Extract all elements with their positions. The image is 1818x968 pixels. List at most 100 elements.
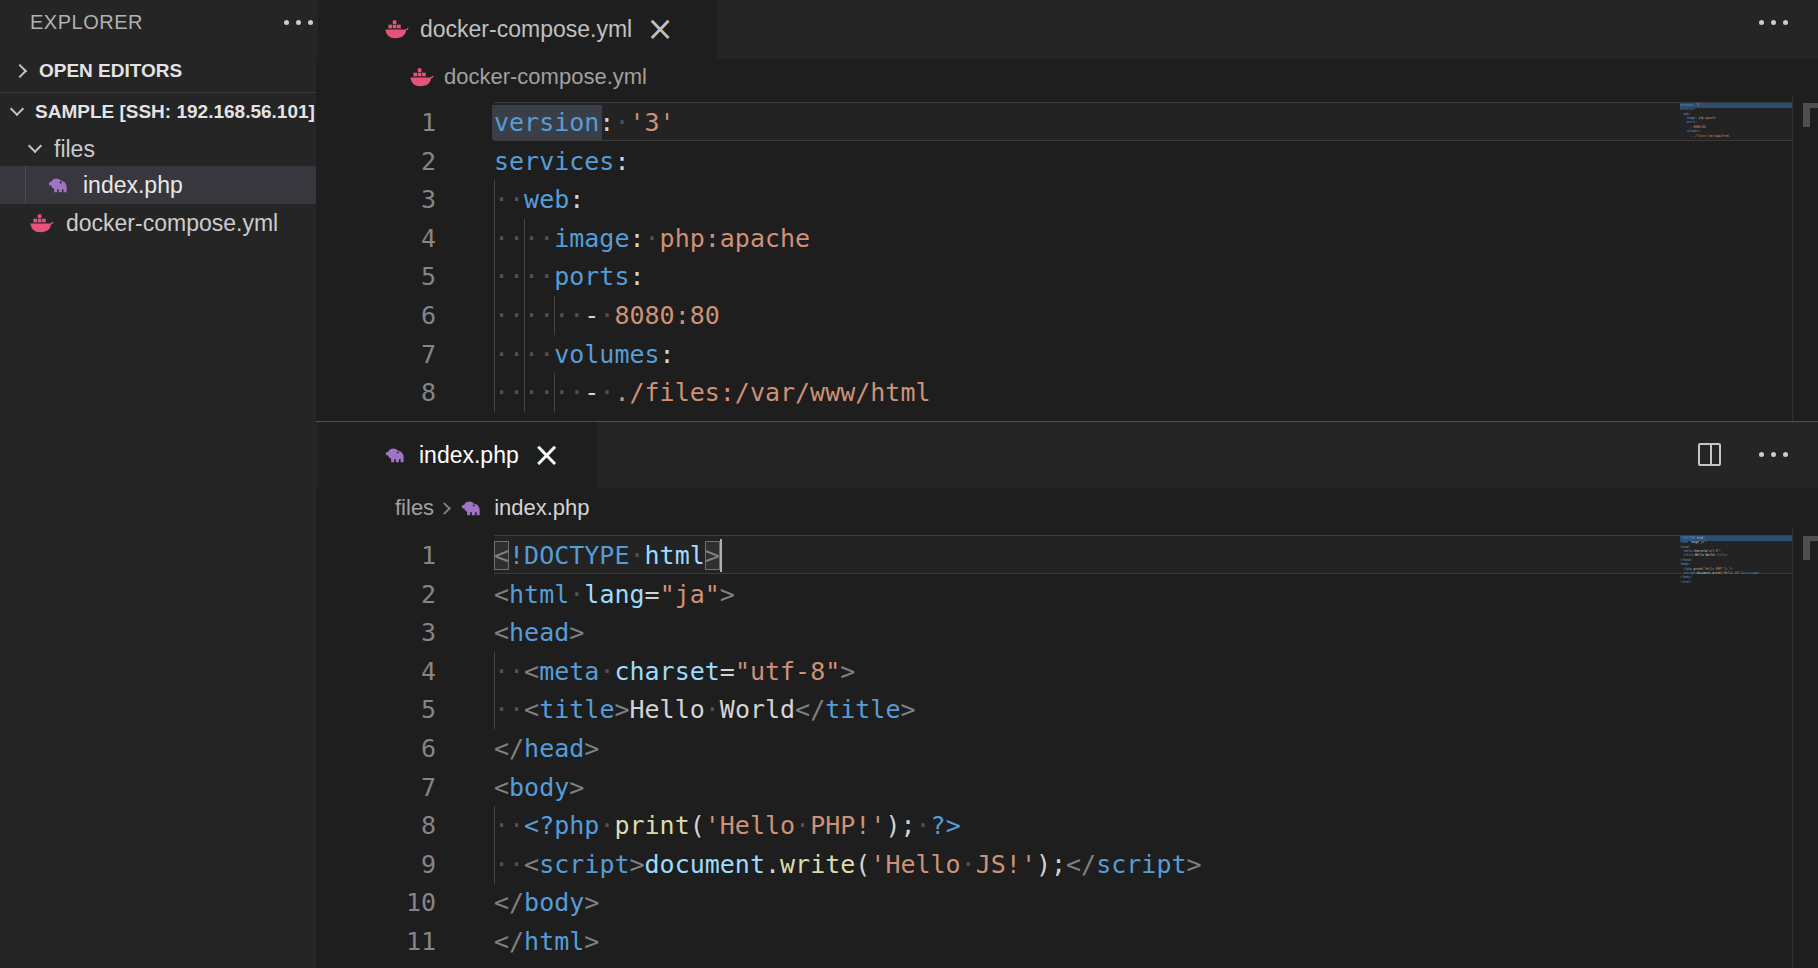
code-line[interactable]: 8··<?php·print('Hello·PHP!');·?> <box>316 806 1818 845</box>
code-line[interactable]: 3··web: <box>316 180 1818 219</box>
code-token: > <box>1186 850 1201 879</box>
code-token: </ <box>494 927 524 956</box>
code-token: !DOCTYPE <box>509 541 629 570</box>
code-token: ); <box>1036 850 1066 879</box>
editor-actions <box>1759 20 1788 25</box>
code-line[interactable]: 11</html> <box>316 922 1818 961</box>
code-line[interactable]: 9 <box>316 412 1818 421</box>
code-token: > <box>629 850 644 879</box>
code-line[interactable]: 1version:·'3' <box>316 103 1818 142</box>
explorer-more-icon[interactable] <box>284 20 313 25</box>
code-line[interactable]: 10</body> <box>316 883 1818 922</box>
code-token: : <box>629 262 644 291</box>
breadcrumb[interactable]: docker-compose.yml <box>316 58 1818 96</box>
line-number: 2 <box>316 575 436 614</box>
tree-item-docker-compose[interactable]: docker-compose.yml <box>0 204 316 242</box>
line-number: 4 <box>316 219 436 258</box>
code-line[interactable]: 4··<meta·charset="utf-8"> <box>316 652 1818 691</box>
code-editor-yaml[interactable]: 1version:·'3'2services:3··web:4 ····image… <box>316 96 1818 421</box>
code-line[interactable]: 3<head> <box>316 613 1818 652</box>
code-token: php:apache <box>660 224 811 253</box>
code-token: </ <box>1066 850 1096 879</box>
tab-bar: index.php × <box>316 422 1818 488</box>
code-token: ···· <box>494 224 554 253</box>
breadcrumb[interactable]: files index.php <box>316 488 1818 528</box>
tab-index-php[interactable]: index.php × <box>318 422 597 488</box>
tree-item-label: files <box>54 136 95 163</box>
code-token: image <box>554 224 629 253</box>
code-token: < <box>494 618 509 647</box>
code-token: '3' <box>629 108 674 137</box>
code-token: head <box>524 734 584 763</box>
code-line[interactable]: 6</head> <box>316 729 1818 768</box>
code-token: > <box>569 773 584 802</box>
code-token: "ja" <box>660 580 720 609</box>
code-line[interactable]: 5····ports: <box>316 257 1818 296</box>
code-line[interactable]: 9··<script>document.write('Hello·JS!');<… <box>316 845 1818 884</box>
code-token: · <box>916 811 931 840</box>
code-token: < <box>524 695 539 724</box>
more-actions-icon[interactable] <box>1759 452 1788 457</box>
breadcrumb-item[interactable]: docker-compose.yml <box>444 64 647 90</box>
code-line[interactable]: 2services: <box>316 142 1818 181</box>
more-actions-icon[interactable] <box>1759 20 1788 25</box>
breadcrumb-item[interactable]: index.php <box>494 495 589 521</box>
line-number: 1 <box>316 536 436 575</box>
code-line[interactable]: 8······-·./files:/var/www/html <box>316 373 1818 412</box>
editor-region: docker-compose.yml × docker-compose.yml … <box>316 0 1818 968</box>
code-token: title <box>539 695 614 724</box>
tree-item-files[interactable]: files <box>0 130 316 168</box>
split-editor-icon[interactable] <box>1698 443 1721 466</box>
tree-item-index-php[interactable]: index.php <box>0 166 316 204</box>
section-sample[interactable]: SAMPLE [SSH: 192.168.56.101] <box>0 93 316 131</box>
code-token: Hello <box>630 695 705 724</box>
code-line[interactable]: 7<body> <box>316 768 1818 807</box>
section-label: SAMPLE [SSH: 192.168.56.101] <box>35 101 315 123</box>
code-line[interactable]: 2<html·lang="ja"> <box>316 575 1818 614</box>
code-token: lang <box>584 580 644 609</box>
code-token: ·· <box>494 850 524 879</box>
code-token: · <box>569 580 584 609</box>
code-token: <?php <box>524 811 599 840</box>
code-token: · <box>599 378 614 407</box>
minimap[interactable]: version: '3'services: web: image: php:ap… <box>1680 103 1792 421</box>
close-icon[interactable]: × <box>646 19 674 39</box>
code-token: · <box>705 695 720 724</box>
close-icon[interactable]: × <box>533 445 561 465</box>
tab-label: index.php <box>419 442 519 469</box>
line-number: 8 <box>316 373 436 412</box>
code-token: > <box>584 734 599 763</box>
code-token: web <box>524 185 569 214</box>
code-line[interactable]: 6······-·8080:80 <box>316 296 1818 335</box>
section-open-editors[interactable]: OPEN EDITORS <box>0 52 316 90</box>
scrollbar-thumb[interactable] <box>1803 108 1810 127</box>
code-line[interactable]: 12 <box>316 961 1818 968</box>
code-token: · <box>599 657 614 686</box>
code-line[interactable]: 1<!DOCTYPE·html> <box>316 536 1818 575</box>
code-token: title <box>825 695 900 724</box>
code-line[interactable]: 4····image:·php:apache <box>316 219 1818 258</box>
scrollbar-thumb[interactable] <box>1803 541 1810 560</box>
text-cursor <box>720 539 722 572</box>
code-token: < <box>524 657 539 686</box>
code-token: body <box>509 773 569 802</box>
code-token: < <box>494 541 509 570</box>
code-token: </ <box>494 734 524 763</box>
code-token: PHP!' <box>810 811 885 840</box>
minimap-border <box>1792 528 1793 968</box>
code-token: > <box>584 888 599 917</box>
minimap[interactable]: <!DOCTYPE html><html lang="ja"><head> <m… <box>1680 536 1792 968</box>
breadcrumb-item[interactable]: files <box>395 495 434 521</box>
tree-item-label: docker-compose.yml <box>66 210 278 237</box>
code-line[interactable]: 7····volumes: <box>316 335 1818 374</box>
php-icon <box>383 443 408 468</box>
code-line[interactable]: 5··<title>Hello·World</title> <box>316 690 1818 729</box>
docker-icon <box>383 16 409 42</box>
code-token: : <box>599 108 614 137</box>
code-editor-php[interactable]: 1<!DOCTYPE·html>2<html·lang="ja">3<head>… <box>316 528 1818 968</box>
code-token: 8080:80 <box>614 301 719 330</box>
code-token: > <box>569 618 584 647</box>
code-token: . <box>765 850 780 879</box>
tab-docker-compose[interactable]: docker-compose.yml × <box>318 0 717 58</box>
line-number: 3 <box>316 613 436 652</box>
